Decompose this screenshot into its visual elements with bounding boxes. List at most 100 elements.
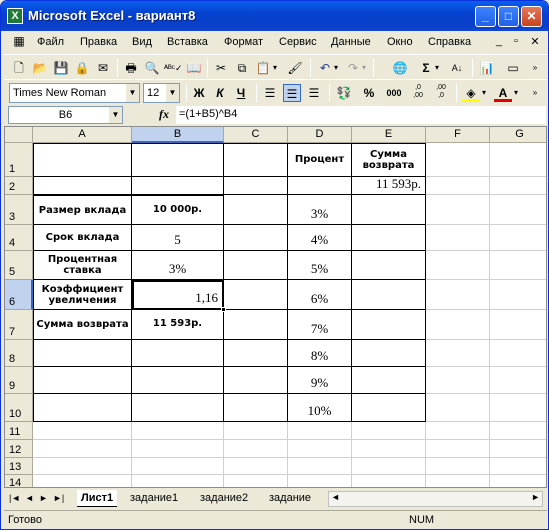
cell-c2[interactable] [224, 177, 288, 195]
cell-g4[interactable] [490, 225, 546, 251]
row-header-8[interactable]: 8 [5, 340, 33, 367]
doc-minimize-button[interactable]: _ [492, 35, 506, 47]
research-icon[interactable]: 📖 [185, 59, 203, 77]
font-color-icon[interactable]: A [494, 84, 512, 102]
cell-f6[interactable] [426, 280, 490, 310]
cell-a2[interactable] [33, 177, 132, 195]
tab-zadanie2[interactable]: задание2 [196, 490, 252, 507]
cell-g11[interactable] [490, 422, 546, 440]
row-header-5[interactable]: 5 [5, 251, 33, 280]
tab-zadanie[interactable]: задание [265, 490, 315, 507]
cell-g1[interactable] [490, 143, 546, 177]
chevron-down-icon[interactable]: ▼ [109, 107, 122, 123]
email-icon[interactable]: ✉ [94, 59, 112, 77]
currency-icon[interactable]: 💱 [335, 84, 353, 102]
row-header-10[interactable]: 10 [5, 394, 33, 422]
spelling-icon[interactable]: ᴬᴮᶜ✓ [164, 59, 183, 77]
cell-e2[interactable]: 11 593р. [352, 177, 426, 195]
cell-c9[interactable] [224, 367, 288, 394]
cell-e5[interactable] [352, 251, 426, 280]
row-header-11[interactable]: 11 [5, 422, 33, 440]
autosum-dropdown-icon[interactable]: ▾ [432, 59, 442, 77]
cell-d14[interactable] [288, 475, 352, 487]
cell-a7[interactable]: Сумма возврата [33, 310, 132, 340]
cell-d12[interactable] [288, 440, 352, 458]
next-sheet-icon[interactable]: ► [39, 493, 48, 503]
cell-d3[interactable]: 3% [288, 195, 352, 225]
cell-b13[interactable] [132, 458, 224, 475]
cell-e8[interactable] [352, 340, 426, 367]
align-right-icon[interactable]: ☰ [305, 84, 323, 102]
thousands-button[interactable]: 000 [384, 84, 404, 102]
cell-a5[interactable]: Процентная ставка [33, 251, 132, 280]
menu-window[interactable]: Окно [387, 36, 413, 48]
menu-data[interactable]: Данные [331, 36, 371, 48]
minimize-button[interactable]: _ [475, 6, 496, 27]
cell-d4[interactable]: 4% [288, 225, 352, 251]
toolbar-options-icon[interactable]: » [526, 59, 544, 77]
cell-c11[interactable] [224, 422, 288, 440]
cell-b4[interactable]: 5 [132, 225, 224, 251]
cell-g10[interactable] [490, 394, 546, 422]
cell-b14[interactable] [132, 475, 224, 487]
hyperlink-icon[interactable]: 🌐 [391, 59, 409, 77]
doc-restore-button[interactable]: ▫ [509, 35, 523, 47]
redo-dropdown-icon[interactable]: ▾ [359, 59, 369, 77]
align-left-icon[interactable]: ☰ [261, 84, 279, 102]
decrease-decimal-button[interactable]: ,00 ,0 [432, 84, 450, 102]
insert-function-button[interactable]: fx [159, 107, 169, 122]
cell-g13[interactable] [490, 458, 546, 475]
cell-d10[interactable]: 10% [288, 394, 352, 422]
cell-f8[interactable] [426, 340, 490, 367]
cell-g3[interactable] [490, 195, 546, 225]
cell-g7[interactable] [490, 310, 546, 340]
cell-c4[interactable] [224, 225, 288, 251]
cell-a10[interactable] [33, 394, 132, 422]
cell-c14[interactable] [224, 475, 288, 487]
cell-d2[interactable] [288, 177, 352, 195]
permission-icon[interactable]: 🔒 [73, 59, 91, 77]
menu-tools[interactable]: Сервис [279, 36, 317, 48]
menu-insert[interactable]: Вставка [167, 36, 208, 48]
cell-f5[interactable] [426, 251, 490, 280]
cell-c3[interactable] [224, 195, 288, 225]
excel-app-icon[interactable]: X [7, 8, 23, 24]
cell-f12[interactable] [426, 440, 490, 458]
cell-g8[interactable] [490, 340, 546, 367]
close-button[interactable]: ✕ [521, 6, 542, 27]
tab-sheet1[interactable]: Лист1 [77, 490, 118, 507]
title-bar[interactable]: X Microsoft Excel - вариант8 _ □ ✕ [1, 1, 548, 31]
cell-e14[interactable] [352, 475, 426, 487]
first-sheet-icon[interactable]: |◄ [9, 493, 20, 503]
cell-e3[interactable] [352, 195, 426, 225]
cell-b1[interactable] [132, 143, 224, 177]
worksheet-grid[interactable]: A B C D E F G 1 Процент Сумма возврата 2 11 593р. 3 Р… [4, 126, 547, 488]
cell-c13[interactable] [224, 458, 288, 475]
column-header-f[interactable]: F [426, 127, 490, 143]
scroll-right-icon[interactable]: ► [531, 492, 540, 502]
cell-d11[interactable] [288, 422, 352, 440]
cell-b8[interactable] [132, 340, 224, 367]
row-header-13[interactable]: 13 [5, 458, 33, 475]
cell-f11[interactable] [426, 422, 490, 440]
cell-c5[interactable] [224, 251, 288, 280]
row-header-9[interactable]: 9 [5, 367, 33, 394]
cell-a8[interactable] [33, 340, 132, 367]
cell-f1[interactable] [426, 143, 490, 177]
cell-b10[interactable] [132, 394, 224, 422]
column-header-c[interactable]: C [224, 127, 288, 143]
row-header-14[interactable]: 14 [5, 475, 33, 487]
undo-dropdown-icon[interactable]: ▾ [331, 59, 341, 77]
cell-c10[interactable] [224, 394, 288, 422]
row-header-2[interactable]: 2 [5, 177, 33, 195]
menu-edit[interactable]: Правка [80, 36, 117, 48]
cell-d5[interactable]: 5% [288, 251, 352, 280]
fill-color-dropdown-icon[interactable]: ▾ [479, 84, 489, 102]
cell-d9[interactable]: 9% [288, 367, 352, 394]
cell-f4[interactable] [426, 225, 490, 251]
cell-e10[interactable] [352, 394, 426, 422]
cell-f14[interactable] [426, 475, 490, 487]
cell-f10[interactable] [426, 394, 490, 422]
cell-c1[interactable] [224, 143, 288, 177]
cell-e1[interactable]: Сумма возврата [352, 143, 426, 177]
